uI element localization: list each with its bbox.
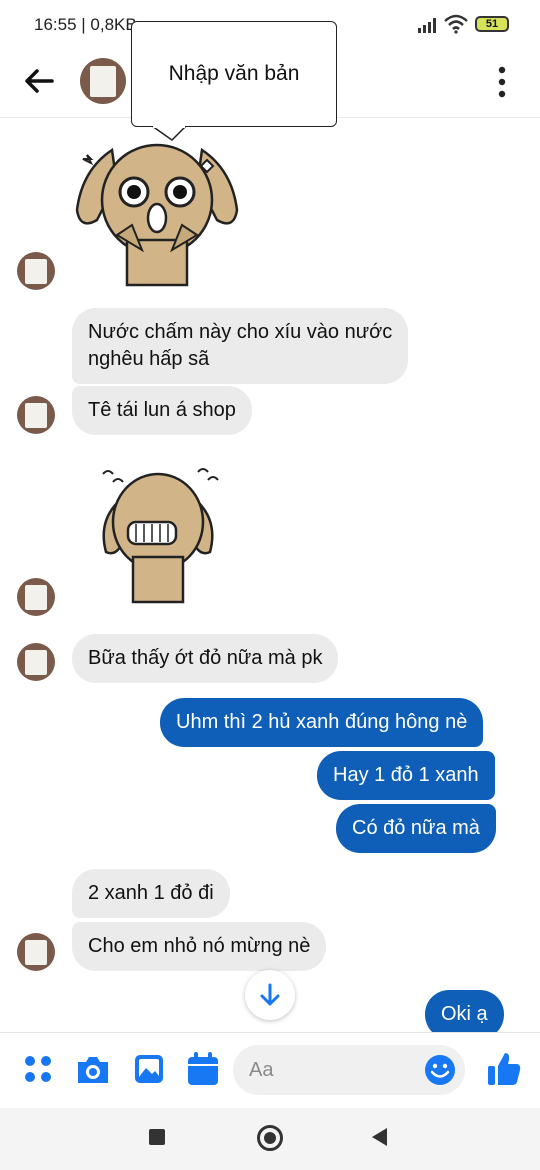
contact-avatar[interactable] [80, 58, 126, 104]
camera-icon[interactable] [76, 1055, 110, 1085]
message-outgoing[interactable]: Uhm thì 2 hủ xanh đúng hông nè [160, 698, 484, 747]
battery-icon: 51 [475, 16, 509, 32]
contact-avatar [17, 643, 55, 681]
message-text: nghêu hấp sã [88, 348, 210, 370]
contact-avatar [17, 578, 55, 616]
nav-recents-icon[interactable] [148, 1128, 166, 1146]
message-text: 2 xanh 1 đỏ đi [88, 882, 214, 904]
message-incoming[interactable]: Bữa thấy ớt đỏ nữa mà pk [72, 634, 339, 683]
wifi-icon [444, 14, 468, 34]
calendar-icon[interactable] [187, 1052, 219, 1086]
tooltip-tail [151, 126, 187, 141]
system-navigation-bar [0, 1108, 540, 1170]
message-text: Hay 1 đỏ 1 xanh [333, 764, 479, 786]
tooltip-text: Nhập văn bản [168, 62, 300, 85]
like-icon[interactable] [487, 1051, 521, 1087]
text-input-tooltip: Nhập văn bản [131, 21, 337, 127]
signal-icon [418, 18, 436, 33]
message-composer: Aa [0, 1032, 540, 1108]
message-incoming[interactable]: Tê tái lun á shop [72, 386, 252, 435]
nav-home-icon[interactable] [256, 1124, 284, 1152]
scroll-down-button[interactable] [245, 970, 295, 1020]
status-time: 16:55 | 0,8KB [34, 15, 137, 34]
message-outgoing[interactable]: Hay 1 đỏ 1 xanh [317, 751, 495, 800]
message-text: Bữa thấy ớt đỏ nữa mà pk [88, 647, 323, 669]
emoji-icon[interactable] [424, 1054, 456, 1086]
message-incoming[interactable]: Cho em nhỏ nó mừng nè [72, 922, 327, 971]
message-outgoing[interactable]: Có đỏ nữa mà [336, 804, 496, 853]
image-icon[interactable] [134, 1054, 164, 1084]
contact-avatar [17, 396, 55, 434]
message-text: Oki ạ [441, 1003, 488, 1025]
message-text: Uhm thì 2 hủ xanh đúng hông nè [176, 711, 468, 733]
contact-avatar [17, 933, 55, 971]
back-arrow-icon[interactable] [22, 64, 56, 98]
sticker-surprised-dog[interactable] [72, 130, 242, 290]
message-incoming[interactable]: 2 xanh 1 đỏ đi [72, 869, 230, 918]
message-text: Có đỏ nữa mà [352, 817, 480, 839]
sticker-crying-dog[interactable] [88, 462, 228, 612]
message-input[interactable]: Aa [233, 1045, 465, 1095]
message-text: Cho em nhỏ nó mừng nè [88, 935, 311, 957]
message-incoming[interactable]: Nước chấm này cho xíu vào nước nghêu hấp… [72, 308, 409, 384]
apps-icon[interactable] [24, 1055, 52, 1083]
more-vertical-icon[interactable] [492, 64, 512, 100]
nav-back-icon[interactable] [370, 1127, 388, 1147]
contact-avatar [17, 252, 55, 290]
scroll-down-icon [260, 983, 280, 1006]
message-input-placeholder: Aa [249, 1059, 274, 1081]
message-text: Tê tái lun á shop [88, 399, 236, 421]
message-text: Nước chấm này cho xíu vào nước [88, 321, 393, 343]
